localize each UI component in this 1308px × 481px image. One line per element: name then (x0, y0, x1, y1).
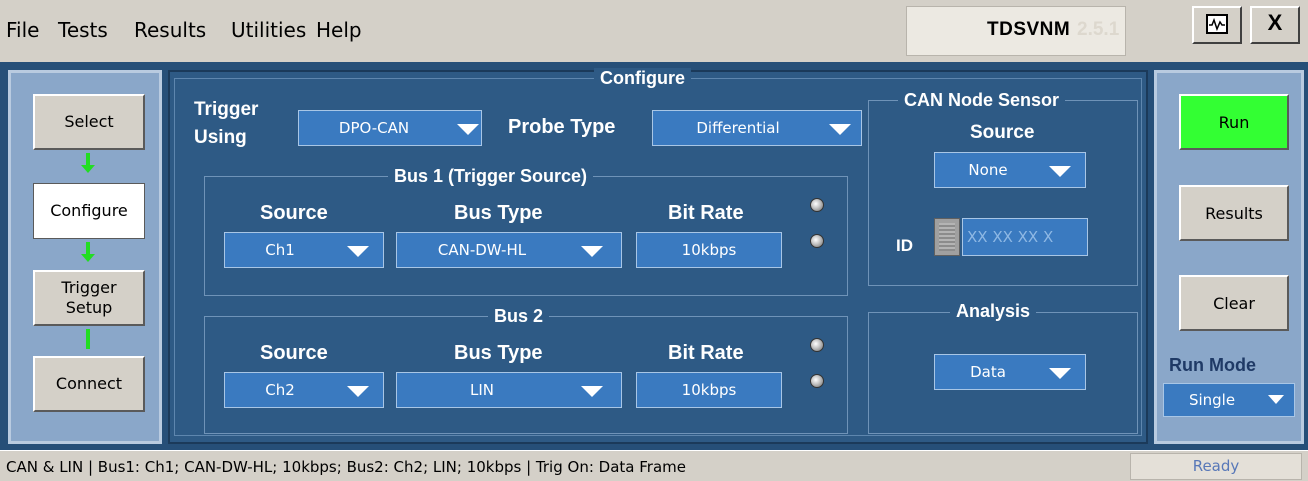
bus1-title: Bus 1 (Trigger Source) (388, 166, 594, 187)
can-sensor-source-value: None (968, 161, 1008, 179)
configure-title: Configure (594, 68, 691, 89)
bus1-source-label: Source (260, 202, 328, 224)
bus1-bit-rate-field[interactable]: 10kbps (636, 232, 782, 268)
nav-trigger-setup-button[interactable]: Trigger Setup (33, 270, 145, 326)
trigger-using-dropdown[interactable]: DPO-CAN (298, 110, 482, 146)
analysis-value: Data (970, 363, 1006, 381)
nav-connect-button[interactable]: Connect (33, 356, 145, 412)
arrow-down-icon (81, 254, 95, 262)
chevron-down-icon (581, 386, 603, 397)
nav-configure-button[interactable]: Configure (33, 183, 145, 239)
left-nav-panel: Select Configure Trigger Setup Connect (8, 70, 162, 444)
run-button[interactable]: Run (1179, 94, 1289, 150)
can-sensor-id-label: ID (896, 236, 913, 255)
chevron-down-icon (457, 124, 479, 135)
bus2-source-label: Source (260, 342, 328, 364)
arrow-down-icon (81, 165, 95, 173)
nav-select-button[interactable]: Select (33, 94, 145, 150)
bus2-bus-type-value: LIN (469, 381, 494, 399)
bus2-bus-type-label: Bus Type (454, 342, 543, 364)
configure-panel: Configure Trigger Using DPO-CAN Probe Ty… (168, 68, 1148, 444)
oscilloscope-icon (1206, 14, 1228, 34)
trigger-using-value: DPO-CAN (338, 119, 410, 137)
bus1-bit-rate-label: Bit Rate (668, 202, 744, 224)
chevron-down-icon (1049, 166, 1071, 177)
analysis-dropdown[interactable]: Data (934, 354, 1086, 390)
run-mode-label: Run Mode (1169, 355, 1256, 375)
menu-utilities[interactable]: Utilities (231, 18, 306, 42)
menu-tests[interactable]: Tests (58, 18, 108, 42)
app-title: TDSVNM (987, 19, 1071, 40)
chevron-down-icon (829, 124, 851, 135)
run-mode-value: Single (1188, 391, 1236, 409)
bus2-bit-rate-field[interactable]: 10kbps (636, 372, 782, 408)
bus1-knob-icon[interactable] (810, 234, 824, 248)
right-action-panel: Run Results Clear Run Mode Single (1154, 70, 1304, 444)
menu-results[interactable]: Results (134, 18, 206, 42)
bus1-source-dropdown[interactable]: Ch1 (224, 232, 384, 268)
menu-file[interactable]: File (6, 18, 39, 42)
app-title-box: TDSVNM 2.5.1 (906, 6, 1126, 56)
status-summary: CAN & LIN | Bus1: Ch1; CAN-DW-HL; 10kbps… (6, 458, 686, 476)
chevron-down-icon (347, 386, 369, 397)
probe-type-dropdown[interactable]: Differential (652, 110, 862, 146)
analysis-title: Analysis (950, 301, 1037, 322)
can-sensor-id-input[interactable]: XX XX XX X (962, 218, 1088, 256)
bus2-knob-icon[interactable] (810, 374, 824, 388)
can-sensor-source-label: Source (970, 122, 1035, 143)
chevron-down-icon (1049, 368, 1071, 379)
trigger-using-label: Trigger Using (194, 99, 259, 148)
bus1-bus-type-label: Bus Type (454, 202, 543, 224)
status-bar: CAN & LIN | Bus1: Ch1; CAN-DW-HL; 10kbps… (0, 450, 1308, 481)
probe-type-label: Probe Type (508, 116, 616, 138)
bus1-source-value: Ch1 (265, 241, 295, 259)
run-mode-dropdown[interactable]: Single (1163, 383, 1295, 417)
bus1-knob-icon[interactable] (810, 198, 824, 212)
chevron-down-icon (347, 246, 369, 257)
app-version: 2.5.1 (1077, 19, 1120, 40)
flow-arrow (86, 329, 90, 349)
scope-view-button[interactable] (1192, 6, 1242, 44)
bus2-bus-type-dropdown[interactable]: LIN (396, 372, 622, 408)
bus2-knob-icon[interactable] (810, 338, 824, 352)
results-button[interactable]: Results (1179, 185, 1289, 241)
bus2-source-dropdown[interactable]: Ch2 (224, 372, 384, 408)
probe-type-value: Differential (696, 119, 780, 137)
bus1-bus-type-value: CAN-DW-HL (437, 241, 527, 259)
id-placeholder: XX XX XX X (967, 228, 1054, 246)
can-node-sensor-title: CAN Node Sensor (898, 90, 1066, 111)
close-button[interactable]: X (1250, 6, 1300, 44)
close-icon: X (1267, 10, 1283, 35)
bus1-bus-type-dropdown[interactable]: CAN-DW-HL (396, 232, 622, 268)
status-ready: Ready (1130, 453, 1302, 480)
clear-button[interactable]: Clear (1179, 275, 1289, 331)
menu-bar: File Tests Results Utilities Help TDSVNM… (0, 0, 1308, 62)
bus2-title: Bus 2 (488, 306, 550, 327)
chevron-down-icon (581, 246, 603, 257)
bus2-bit-rate-label: Bit Rate (668, 342, 744, 364)
id-stepper-button[interactable] (934, 218, 960, 256)
grip-icon (939, 223, 955, 251)
menu-help[interactable]: Help (316, 18, 362, 42)
bus2-source-value: Ch2 (265, 381, 295, 399)
can-sensor-source-dropdown[interactable]: None (934, 152, 1086, 188)
chevron-down-icon (1268, 395, 1284, 404)
